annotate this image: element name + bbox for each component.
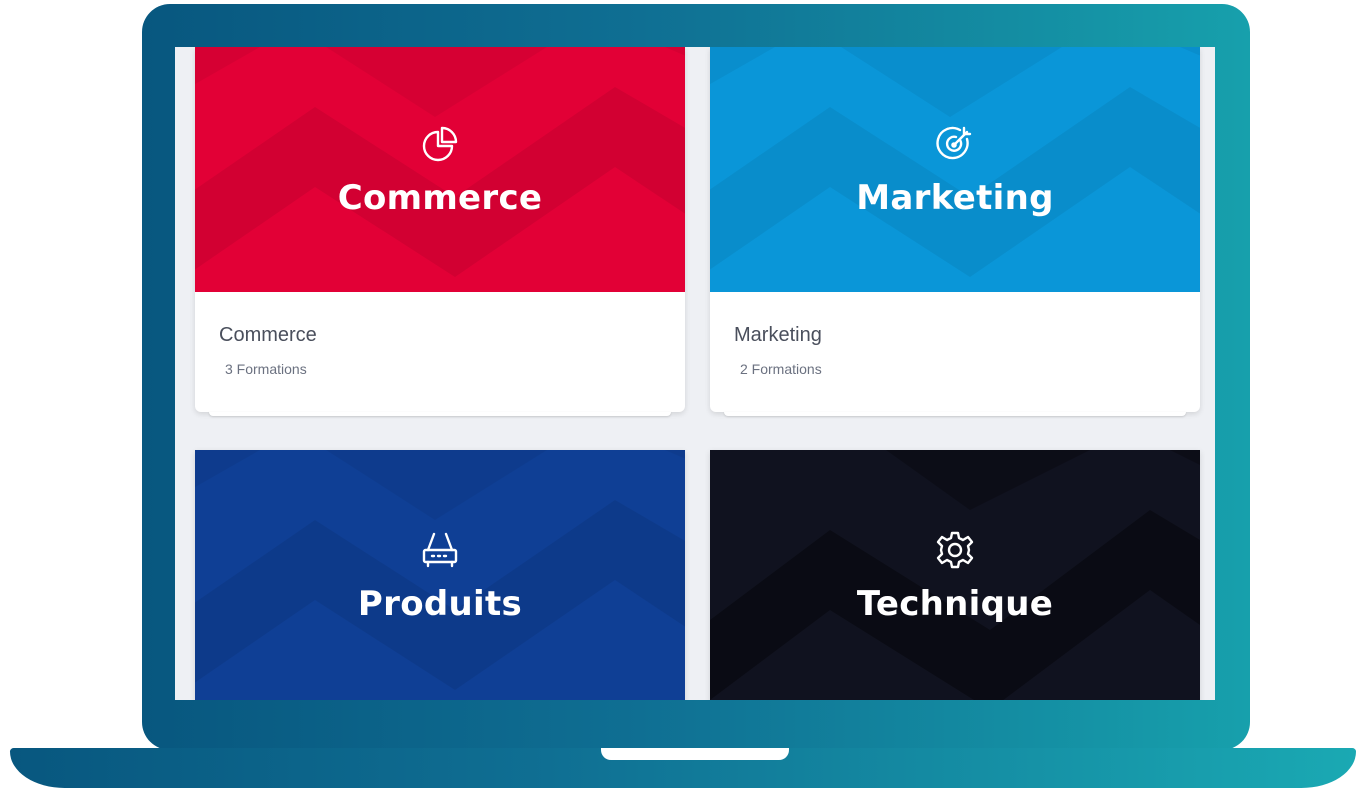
router-icon <box>422 532 458 568</box>
category-card-commerce[interactable]: Commerce Commerce 3 Formations <box>195 47 685 412</box>
gear-icon <box>936 531 974 569</box>
category-banner-title: Commerce <box>337 177 543 218</box>
category-name[interactable]: Commerce <box>219 324 661 347</box>
card-stack-edge <box>209 412 671 416</box>
category-card-produits[interactable]: Produits <box>195 450 685 700</box>
category-banner-technique: Technique <box>710 450 1200 700</box>
category-banner-marketing: Marketing <box>710 47 1200 292</box>
category-banner-title: Produits <box>357 584 523 624</box>
laptop-notch <box>601 748 789 760</box>
card-stack-edge <box>724 412 1186 416</box>
category-banner-produits: Produits <box>195 450 685 700</box>
category-card-marketing[interactable]: Marketing Marketing 2 Formations <box>710 47 1200 412</box>
laptop-mockup: Commerce Commerce 3 Formations Marketing… <box>0 0 1366 793</box>
category-formation-count: 2 Formations <box>740 361 822 377</box>
category-banner-title: Marketing <box>856 177 1054 218</box>
pie-chart-icon <box>422 126 458 161</box>
category-name[interactable]: Marketing <box>734 324 1176 347</box>
category-banner-commerce: Commerce <box>195 47 685 292</box>
category-formation-count: 3 Formations <box>225 361 307 377</box>
category-banner-title: Technique <box>856 584 1054 624</box>
category-card-technique[interactable]: Technique <box>710 450 1200 700</box>
laptop-screen: Commerce Commerce 3 Formations Marketing… <box>175 47 1215 700</box>
target-icon <box>936 126 972 159</box>
